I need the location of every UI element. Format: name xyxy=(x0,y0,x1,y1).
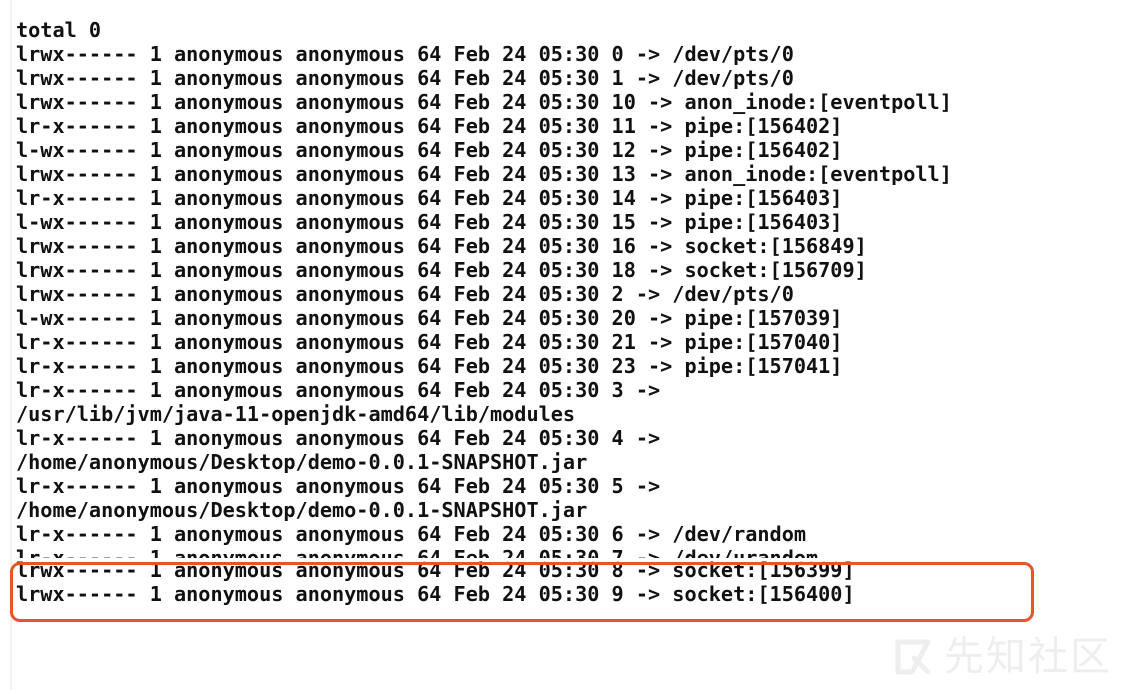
watermark-text: 先知社区 xyxy=(944,634,1112,680)
terminal-output: total 0 lrwx------ 1 anonymous anonymous … xyxy=(16,18,952,606)
terminal-line: /home/anonymous/Desktop/demo-0.0.1-SNAPS… xyxy=(16,498,588,522)
terminal-line: lr-x------ 1 anonymous anonymous 64 Feb … xyxy=(16,474,661,498)
highlight-box xyxy=(10,562,1034,622)
terminal-line-clipped: lr-x------ 1 anonymous anonymous 64 Feb … xyxy=(16,546,819,558)
screenshot-page: total 0 lrwx------ 1 anonymous anonymous … xyxy=(0,0,1130,690)
terminal-line: lrwx------ 1 anonymous anonymous 64 Feb … xyxy=(16,258,867,282)
terminal-line: lr-x------ 1 anonymous anonymous 64 Feb … xyxy=(16,378,661,402)
terminal-line: /home/anonymous/Desktop/demo-0.0.1-SNAPS… xyxy=(16,450,588,474)
terminal-line: total 0 xyxy=(16,18,102,42)
watermark: 先知社区 xyxy=(892,636,1112,678)
terminal-line: lr-x------ 1 anonymous anonymous 64 Feb … xyxy=(16,426,661,450)
terminal-line: l-wx------ 1 anonymous anonymous 64 Feb … xyxy=(16,138,843,162)
terminal-line: lr-x------ 1 anonymous anonymous 64 Feb … xyxy=(16,330,843,354)
terminal-line: lrwx------ 1 anonymous anonymous 64 Feb … xyxy=(16,90,952,114)
terminal-line: lrwx------ 1 anonymous anonymous 64 Feb … xyxy=(16,66,794,90)
terminal-line: lr-x------ 1 anonymous anonymous 64 Feb … xyxy=(16,354,843,378)
terminal-line: lr-x------ 1 anonymous anonymous 64 Feb … xyxy=(16,114,843,138)
terminal-line: lr-x------ 1 anonymous anonymous 64 Feb … xyxy=(16,186,843,210)
terminal-line: lrwx------ 1 anonymous anonymous 64 Feb … xyxy=(16,234,867,258)
terminal-line: lrwx------ 1 anonymous anonymous 64 Feb … xyxy=(16,42,794,66)
terminal-line: lrwx------ 1 anonymous anonymous 64 Feb … xyxy=(16,162,952,186)
terminal-line: l-wx------ 1 anonymous anonymous 64 Feb … xyxy=(16,306,843,330)
terminal-line: lrwx------ 1 anonymous anonymous 64 Feb … xyxy=(16,282,794,306)
terminal-line: l-wx------ 1 anonymous anonymous 64 Feb … xyxy=(16,210,843,234)
terminal-line: lr-x------ 1 anonymous anonymous 64 Feb … xyxy=(16,522,807,546)
terminal-line: /usr/lib/jvm/java-11-openjdk-amd64/lib/m… xyxy=(16,402,576,426)
xianzhi-logo-icon xyxy=(892,636,934,678)
